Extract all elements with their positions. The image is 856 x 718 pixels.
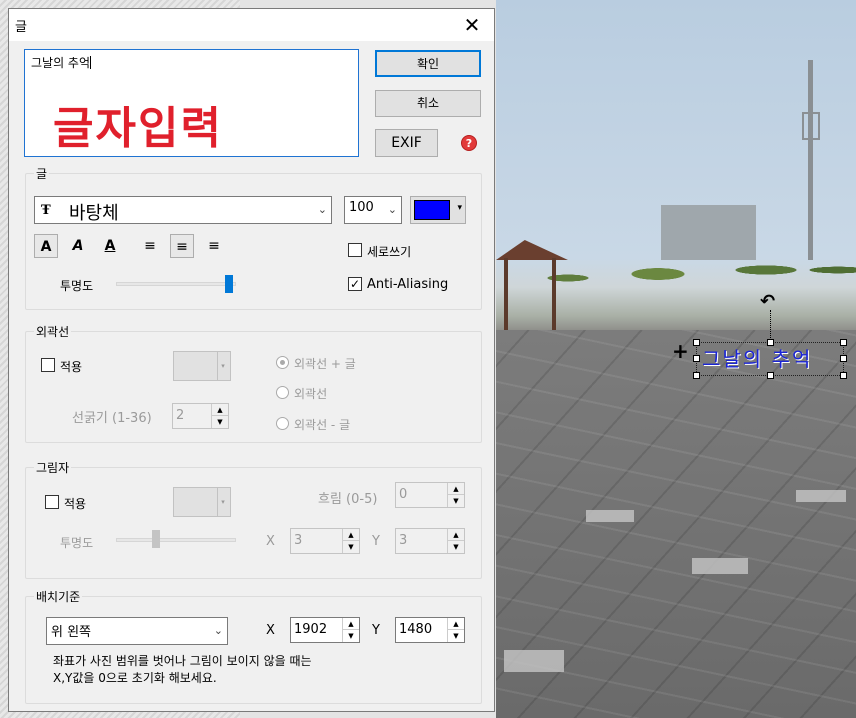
outline-option-label-2: 외곽선 - 글	[294, 418, 351, 432]
cancel-button[interactable]: 취소	[375, 90, 481, 117]
placement-group: 배치기준 위 왼쪽 ⌄ X 1902 ▲ ▼ Y 1480 ▲ ▼ 좌표가 사진 범…	[25, 588, 482, 704]
shadow-opacity-slider-thumb[interactable]	[152, 530, 160, 548]
shadow-x-value: 3	[294, 533, 303, 548]
text-dialog: 글 ✕ 그날의 추억 글자입력 확인 취소 EXIF ? 글 Ŧ 바탕체 ⌄ 1…	[8, 8, 495, 712]
outline-color-button[interactable]: ▾	[173, 351, 231, 381]
outline-option-radio-0[interactable]	[276, 356, 289, 369]
shadow-opacity-label: 투명도	[60, 536, 94, 550]
outline-option-label-1: 외곽선	[294, 387, 328, 401]
placement-note: 좌표가 사진 범위를 벗어나 그림이 보이지 않을 때는 X,Y값을 0으로 초…	[53, 653, 312, 687]
pavement	[496, 330, 856, 718]
placement-x-label: X	[266, 623, 275, 638]
align-center-icon[interactable]: ≡	[170, 234, 194, 258]
text-group-label: 글	[34, 165, 50, 182]
ok-button[interactable]: 확인	[375, 50, 481, 77]
shadow-y-value: 3	[399, 533, 408, 548]
antialias-checkbox[interactable]: ✓	[348, 277, 362, 291]
rotate-guide-line	[770, 310, 771, 342]
placement-note-line1: 좌표가 사진 범위를 벗어나 그림이 보이지 않을 때는	[53, 654, 312, 668]
photo-overlay-text[interactable]: 그날의 추억	[702, 343, 812, 372]
anchor-select[interactable]: 위 왼쪽 ⌄	[46, 617, 228, 645]
placement-x-value: 1902	[294, 622, 328, 637]
antialias-label: Anti-Aliasing	[367, 277, 449, 292]
outline-thickness-label: 선굵기 (1-36)	[72, 411, 152, 426]
placement-note-line2: X,Y값을 0으로 초기화 해보세요.	[53, 671, 217, 685]
outline-option-radio-1[interactable]	[276, 386, 289, 399]
opacity-slider[interactable]	[116, 282, 236, 286]
shadow-color-button[interactable]: ▾	[173, 487, 231, 517]
align-right-icon[interactable]: ≡	[202, 234, 226, 258]
chevron-down-icon: ⌄	[317, 203, 327, 216]
font-size-value: 100	[349, 200, 374, 215]
chevron-down-icon: ⌄	[213, 624, 223, 637]
text-caret	[90, 56, 92, 69]
rotate-handle-icon[interactable]: ↶	[760, 291, 775, 312]
photo-canvas[interactable]: ↶ + 그날의 추억	[496, 0, 856, 718]
placement-y-value: 1480	[399, 622, 433, 637]
exif-button[interactable]: EXIF	[375, 129, 438, 157]
shadow-blur-label: 흐림 (0-5)	[318, 492, 378, 507]
anchor-value: 위 왼쪽	[51, 625, 92, 640]
outline-group-label: 외곽선	[34, 323, 72, 340]
dialog-title: 글	[15, 20, 27, 35]
opacity-label: 투명도	[60, 279, 94, 293]
shadow-blur-spinner[interactable]: 0 ▲ ▼	[395, 482, 465, 508]
shadow-apply-checkbox[interactable]	[45, 495, 59, 509]
help-icon[interactable]: ?	[461, 135, 477, 151]
vertical-text-label: 세로쓰기	[367, 245, 412, 259]
font-size-select[interactable]: 100 ⌄	[344, 196, 402, 224]
shadow-x-spinner[interactable]: 3 ▲ ▼	[290, 528, 360, 554]
italic-button[interactable]: A	[66, 234, 90, 258]
outline-thickness-spinner[interactable]: 2 ▲ ▼	[172, 403, 229, 429]
shadow-x-label: X	[266, 534, 275, 549]
input-hint-annotation: 글자입력	[53, 103, 223, 154]
font-value: 바탕체	[69, 203, 119, 224]
font-select[interactable]: Ŧ 바탕체 ⌄	[34, 196, 332, 224]
placement-group-label: 배치기준	[34, 588, 83, 605]
outline-group: 외곽선 적용 ▾ 선굵기 (1-36) 2 ▲ ▼ 외곽선 + 글 외곽선 외곽선…	[25, 323, 482, 443]
outline-option-radio-2[interactable]	[276, 417, 289, 430]
bold-button[interactable]: A	[34, 234, 58, 258]
chevron-down-icon: ⌄	[387, 203, 397, 216]
shadow-y-spinner[interactable]: 3 ▲ ▼	[395, 528, 465, 554]
dropdown-arrow-icon: ▾	[457, 203, 462, 213]
placement-y-label: Y	[372, 623, 380, 638]
shadow-group-label: 그림자	[34, 459, 72, 476]
shadow-apply-label: 적용	[64, 497, 87, 511]
align-left-icon[interactable]: ≡	[138, 234, 162, 258]
vertical-text-checkbox[interactable]	[348, 243, 362, 257]
shadow-blur-value: 0	[399, 487, 408, 502]
text-input-value: 그날의 추억	[31, 56, 91, 70]
shadow-group: 그림자 적용 ▾ 흐림 (0-5) 0 ▲ ▼ 투명도 X 3 ▲ ▼ Y 3 ▲ ▼	[25, 459, 482, 579]
outline-thickness-value: 2	[176, 408, 185, 423]
underline-button[interactable]: A	[98, 234, 122, 258]
title-bar: 글 ✕	[9, 9, 494, 41]
close-icon[interactable]: ✕	[458, 11, 486, 39]
shadow-y-label: Y	[372, 534, 380, 549]
text-settings-group: 글 Ŧ 바탕체 ⌄ 100 ⌄ ▾ A A A ≡ ≡ ≡ 세로쓰기 ✓ Ant…	[25, 165, 482, 310]
outline-apply-checkbox[interactable]	[41, 358, 55, 372]
outline-option-label-0: 외곽선 + 글	[294, 357, 356, 371]
move-handle-icon[interactable]: +	[672, 339, 689, 363]
font-type-icon: Ŧ	[41, 203, 51, 218]
text-color-button[interactable]: ▾	[410, 196, 466, 224]
color-swatch	[414, 200, 450, 220]
light-tower-top	[802, 112, 820, 140]
shadow-opacity-slider[interactable]	[116, 538, 236, 542]
outline-apply-label: 적용	[60, 360, 83, 374]
placement-x-spinner[interactable]: 1902 ▲ ▼	[290, 617, 360, 643]
opacity-slider-thumb[interactable]	[225, 275, 233, 293]
placement-y-spinner[interactable]: 1480 ▲ ▼	[395, 617, 465, 643]
text-input-area[interactable]: 그날의 추억 글자입력	[24, 49, 359, 157]
